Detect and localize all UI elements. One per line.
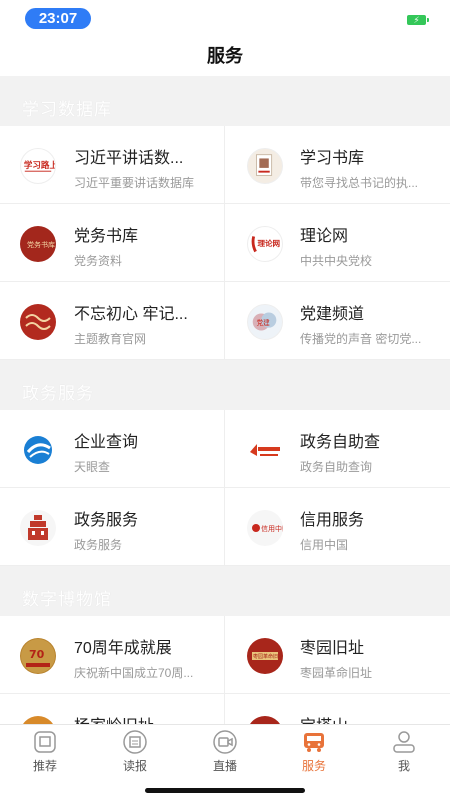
dangjian-pindao-logo-icon: 党建	[247, 304, 283, 340]
service-item-xijinping-speech-db[interactable]: 学习路上 习近平讲话数... 习近平重要讲话数据库	[0, 126, 225, 204]
tab-service[interactable]: 服务	[284, 729, 344, 774]
service-item-credit-service[interactable]: 信用中国 信用服务 信用中国	[225, 488, 450, 566]
service-name: 习近平讲话数...	[74, 150, 184, 167]
buwang-chuxin-logo-icon	[20, 304, 56, 340]
section-header-study-db: 学习数据库	[0, 76, 450, 126]
service-item-gov-self-service[interactable]: 政务自助查 政务自助查询	[225, 410, 450, 488]
svg-text:党建: 党建	[257, 318, 271, 327]
service-name: 宝塔山	[300, 712, 440, 724]
service-item-theory-net[interactable]: 理论网 理论网 中共中央党校	[225, 204, 450, 282]
service-desc: 枣园革命旧址	[300, 666, 373, 680]
xinyong-zhongguo-logo-icon: 信用中国	[247, 510, 283, 546]
service-item-baotashan[interactable]: 宝塔山	[225, 694, 450, 724]
status-time: 23:07	[25, 8, 91, 29]
service-name: 不忘初心 牢记...	[74, 306, 188, 323]
section-title: 政务服务	[22, 384, 94, 403]
70-anniversary-logo-icon: 70	[20, 638, 56, 674]
service-name: 理论网	[300, 228, 349, 245]
zhengwu-zizhu-logo-icon	[247, 432, 283, 468]
svg-text:学习路上: 学习路上	[24, 160, 55, 171]
service-item-company-query[interactable]: 企业查询 天眼查	[0, 410, 225, 488]
service-desc: 习近平重要讲话数据库	[74, 176, 195, 190]
zhengwu-fuwu-logo-icon	[20, 510, 56, 546]
tab-label: 直播	[212, 759, 237, 773]
service-desc: 政务自助查询	[300, 460, 373, 474]
tab-label: 我	[397, 759, 410, 773]
profile-icon	[393, 731, 415, 753]
service-desc: 政务服务	[74, 538, 123, 552]
service-item-party-building-channel[interactable]: 党建 党建频道 传播党的声音 密切党...	[225, 282, 450, 360]
tab-label: 服务	[301, 759, 326, 773]
tab-live[interactable]: 直播	[195, 729, 255, 774]
status-bar: 23:07 ⚡	[0, 0, 450, 36]
service-name: 党建频道	[300, 306, 365, 323]
service-name: 政务自助查	[300, 434, 381, 451]
recommend-icon	[34, 731, 56, 753]
tianyancha-logo-icon	[20, 432, 56, 468]
section-grid-digital-museum: 70 70周年成就展 庆祝新中国成立70周... 枣园革命旧址 枣园旧址 枣园革…	[0, 616, 450, 724]
service-desc: 中共中央党校	[300, 254, 373, 268]
svg-text:信用中国: 信用中国	[261, 524, 283, 533]
yangjialing-logo-icon	[20, 716, 56, 724]
svg-text:党务书库: 党务书库	[27, 240, 55, 249]
tab-me[interactable]: 我	[374, 729, 434, 774]
service-item-party-library[interactable]: 党务书库 党务书库 党务资料	[0, 204, 225, 282]
service-list[interactable]: 学习数据库 学习路上 习近平讲话数... 习近平重要讲话数据库 学习书库 带您寻…	[0, 76, 450, 724]
service-name: 党务书库	[74, 228, 139, 245]
section-title: 学习数据库	[22, 100, 112, 119]
svg-text:理论网: 理论网	[257, 238, 280, 248]
baotashan-logo-icon	[247, 716, 283, 724]
service-desc: 天眼查	[74, 460, 111, 474]
service-name: 学习书库	[300, 150, 365, 167]
zaoyuan-logo-icon: 枣园革命旧址	[247, 638, 283, 674]
service-desc: 传播党的声音 密切党...	[300, 332, 422, 346]
service-desc: 主题教育官网	[74, 332, 147, 346]
live-video-icon	[213, 730, 237, 754]
book-cover-logo-icon	[247, 148, 283, 184]
service-name: 企业查询	[74, 434, 139, 451]
newspaper-icon	[123, 730, 147, 754]
section-grid-study-db: 学习路上 习近平讲话数... 习近平重要讲话数据库 学习书库 带您寻找总书记的执…	[0, 126, 450, 360]
battery-icon: ⚡	[407, 15, 429, 25]
service-desc: 党务资料	[74, 254, 123, 268]
service-item-study-library[interactable]: 学习书库 带您寻找总书记的执...	[225, 126, 450, 204]
bus-service-icon	[304, 733, 324, 752]
tab-recommend[interactable]: 推荐	[15, 729, 75, 774]
svg-text:枣园革命旧址: 枣园革命旧址	[253, 653, 283, 660]
section-grid-government-services: 企业查询 天眼查 政务自助查 政务自助查询 政务服务 政务服务 信用中 信用服务…	[0, 410, 450, 566]
service-desc: 信用中国	[300, 538, 349, 552]
tab-newspaper[interactable]: 读报	[105, 729, 165, 774]
section-title: 数字博物馆	[22, 590, 112, 609]
section-header-digital-museum: 数字博物馆	[0, 566, 450, 616]
home-indicator[interactable]	[145, 788, 305, 793]
service-item-gov-services[interactable]: 政务服务 政务服务	[0, 488, 225, 566]
service-item-70th-anniversary[interactable]: 70 70周年成就展 庆祝新中国成立70周...	[0, 616, 225, 694]
tab-label: 推荐	[32, 759, 57, 773]
xuexi-lushang-logo-icon: 学习路上	[20, 148, 56, 184]
service-item-yangjialing-site[interactable]: 杨家岭旧址	[0, 694, 225, 724]
nav-bar: 服务	[0, 36, 450, 76]
service-desc: 带您寻找总书记的执...	[300, 176, 419, 190]
service-name: 70周年成就展	[74, 640, 172, 657]
service-item-zaoyuan-site[interactable]: 枣园革命旧址 枣园旧址 枣园革命旧址	[225, 616, 450, 694]
service-name: 枣园旧址	[300, 640, 365, 657]
service-name: 政务服务	[74, 512, 139, 529]
tab-label: 读报	[122, 759, 147, 773]
service-desc: 庆祝新中国成立70周...	[74, 666, 194, 680]
section-header-government-services: 政务服务	[0, 360, 450, 410]
party-book-logo-icon: 党务书库	[20, 226, 56, 262]
service-name: 信用服务	[300, 512, 365, 529]
lilun-wang-logo-icon: 理论网	[247, 226, 283, 262]
service-item-original-aspiration[interactable]: 不忘初心 牢记... 主题教育官网	[0, 282, 225, 360]
svg-text:70: 70	[29, 648, 45, 661]
service-name: 杨家岭旧址	[74, 712, 214, 724]
page-title: 服务	[207, 46, 243, 66]
